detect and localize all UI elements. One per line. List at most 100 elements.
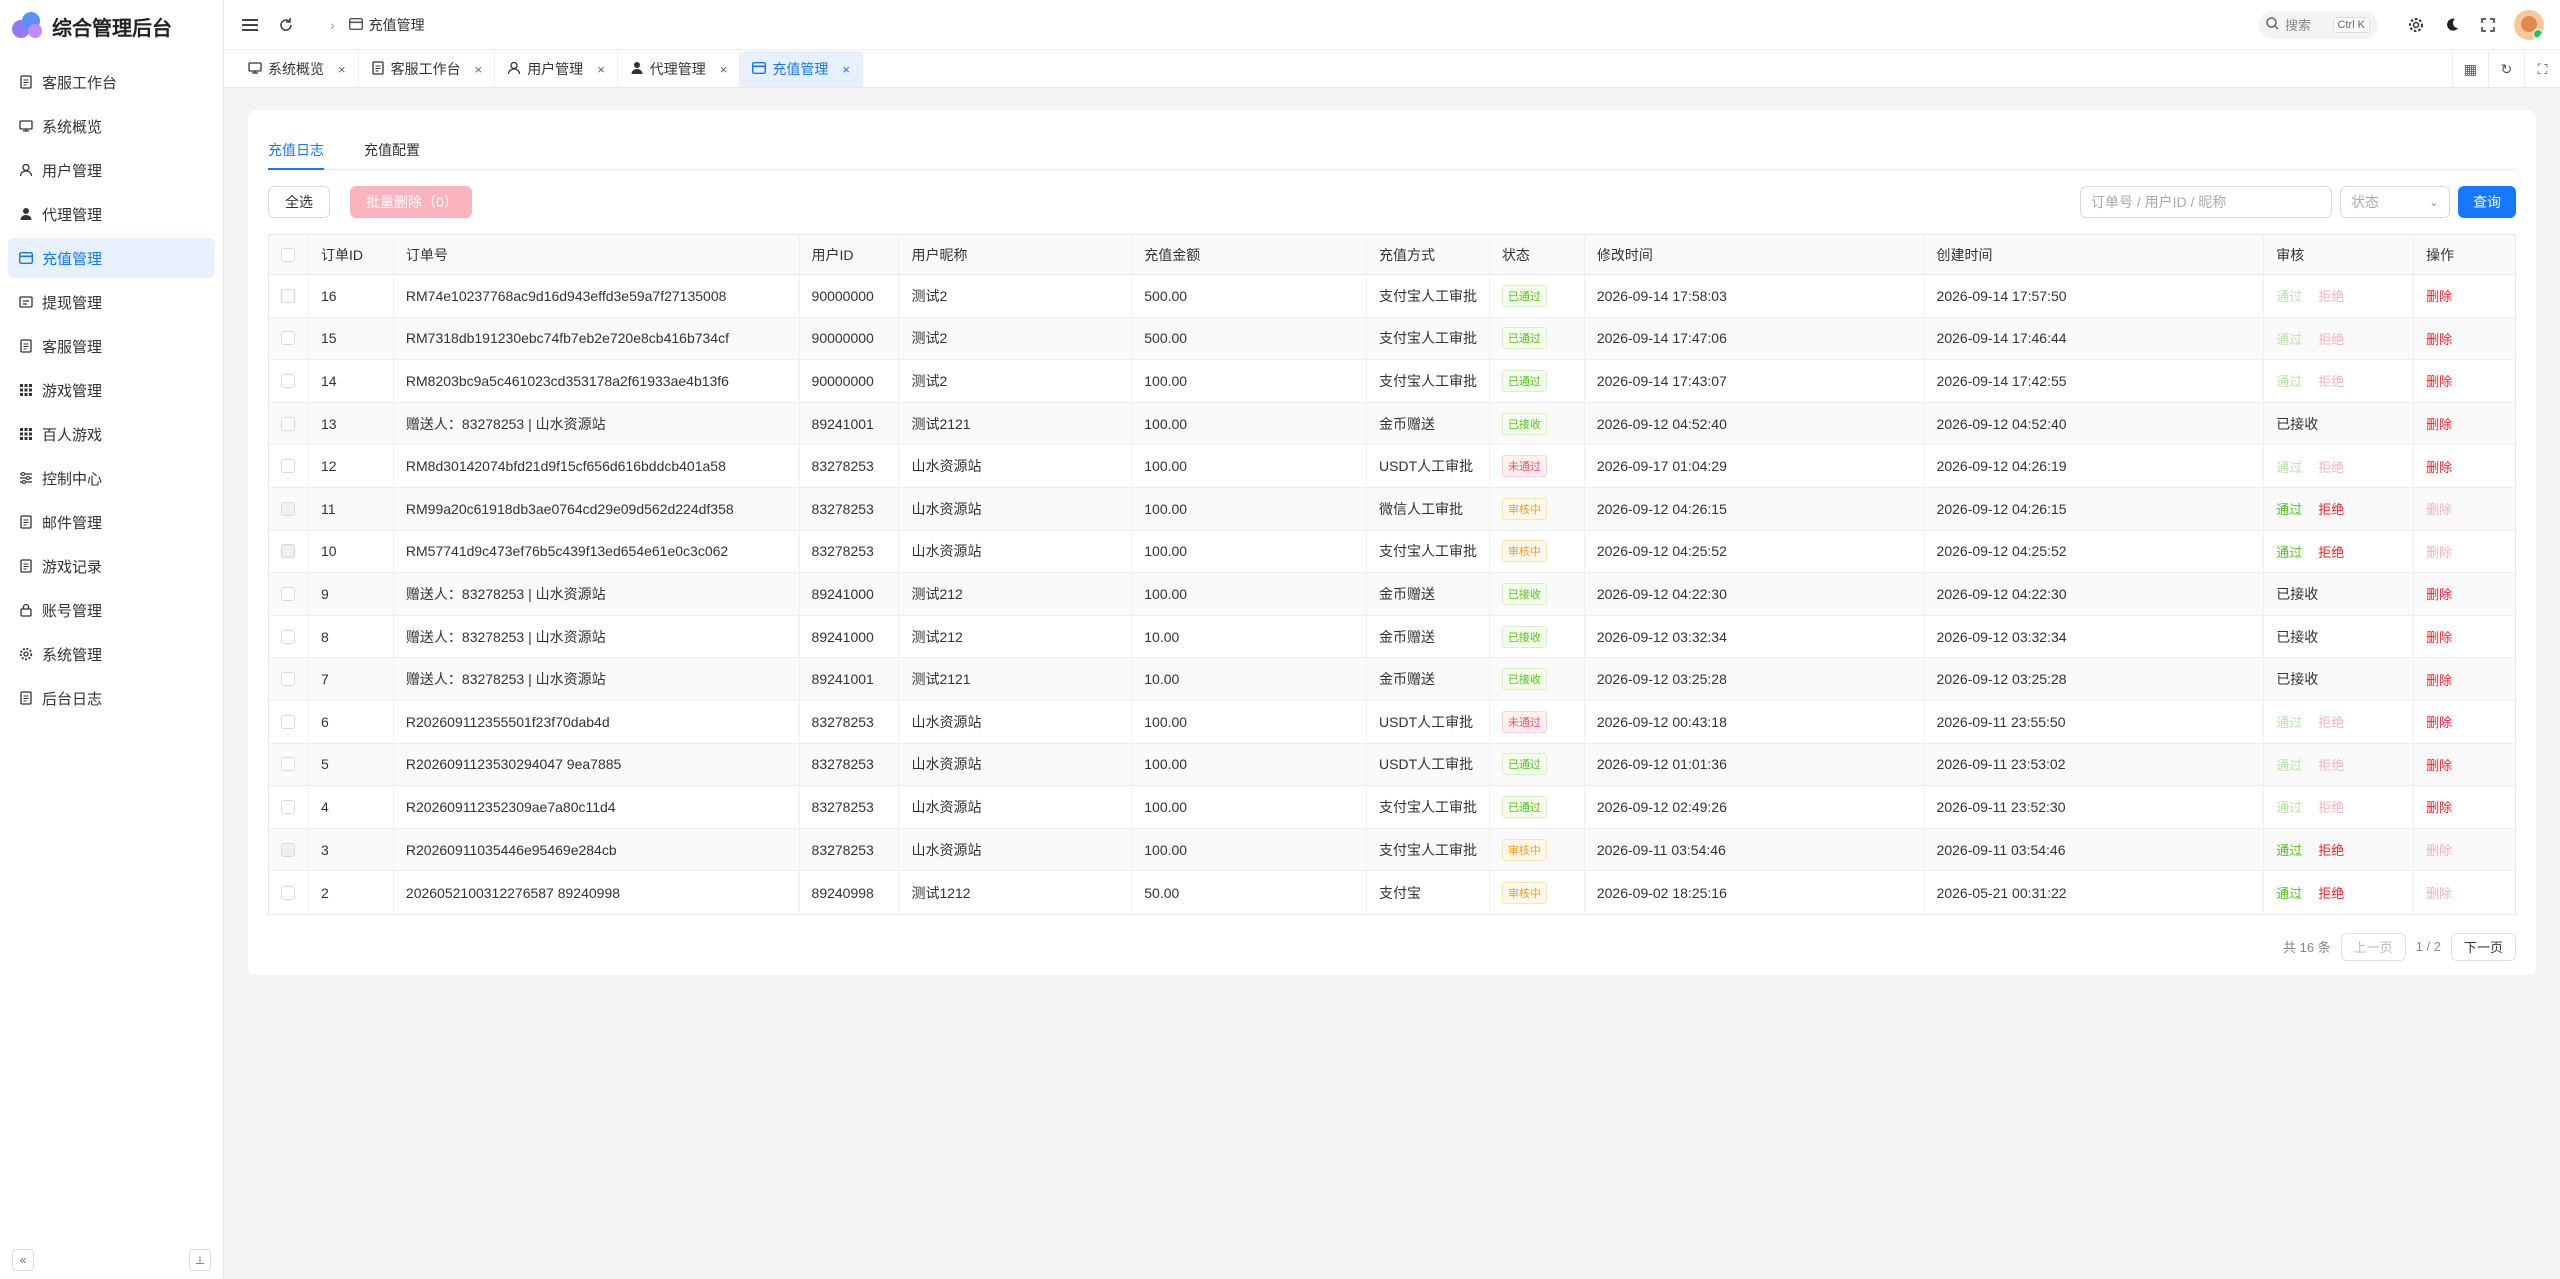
reload-tab-icon[interactable]: ↻ (2488, 51, 2524, 87)
reject-button[interactable]: 拒绝 (2318, 755, 2344, 774)
close-tab-icon[interactable]: × (720, 62, 728, 77)
row-checkbox[interactable] (281, 799, 296, 814)
query-button[interactable]: 查询 (2458, 186, 2516, 218)
order-search-input[interactable]: 订单号 / 用户ID / 昵称 (2080, 186, 2332, 218)
maximize-content-icon[interactable]: ⛶ (2524, 51, 2560, 87)
page-tab-2[interactable]: 用户管理 × (495, 51, 618, 87)
approve-button[interactable]: 通过 (2276, 457, 2302, 476)
row-checkbox[interactable] (281, 757, 296, 772)
subtab-1[interactable]: 充值配置 (364, 138, 420, 170)
reject-button[interactable]: 拒绝 (2318, 712, 2344, 731)
reject-button[interactable]: 拒绝 (2318, 457, 2344, 476)
subtab-0[interactable]: 充值日志 (268, 138, 324, 170)
delete-button[interactable]: 删除 (2426, 499, 2452, 518)
row-checkbox[interactable] (281, 714, 296, 729)
batch-delete-button[interactable]: 批量删除（0） (350, 186, 472, 218)
reject-button[interactable]: 拒绝 (2318, 797, 2344, 816)
approve-button[interactable]: 通过 (2276, 840, 2302, 859)
next-page-button[interactable]: 下一页 (2450, 932, 2516, 961)
reject-button[interactable]: 拒绝 (2318, 840, 2344, 859)
pin-sidebar-button[interactable]: ⊥ (189, 1249, 211, 1271)
delete-button[interactable]: 删除 (2426, 627, 2452, 646)
select-all-button[interactable]: 全选 (268, 186, 330, 218)
global-search-button[interactable]: 搜索 Ctrl K (2258, 10, 2378, 39)
prev-page-button[interactable]: 上一页 (2340, 932, 2406, 961)
approve-button[interactable]: 通过 (2276, 286, 2302, 305)
close-tab-icon[interactable]: × (338, 62, 346, 77)
row-checkbox[interactable] (281, 629, 296, 644)
close-tab-icon[interactable]: × (842, 62, 850, 77)
delete-button[interactable]: 删除 (2426, 797, 2452, 816)
close-tab-icon[interactable]: × (475, 62, 483, 77)
approve-button[interactable]: 通过 (2276, 755, 2302, 774)
collapse-sidebar-button[interactable]: « (12, 1249, 34, 1271)
sidebar-item-13[interactable]: 系统管理 (8, 634, 215, 674)
approve-button[interactable]: 通过 (2276, 371, 2302, 390)
reject-button[interactable]: 拒绝 (2318, 883, 2344, 902)
approve-button[interactable]: 通过 (2276, 329, 2302, 348)
reject-button[interactable]: 拒绝 (2318, 542, 2344, 561)
tabs-grid-icon[interactable]: ▦ (2452, 51, 2488, 87)
status-select[interactable]: 状态 ⌄ (2340, 186, 2450, 218)
fullscreen-icon[interactable] (2478, 15, 2498, 35)
settings-gear-icon[interactable] (2406, 15, 2426, 35)
page-tab-3[interactable]: 代理管理 × (618, 51, 741, 87)
sidebar-item-12[interactable]: 账号管理 (8, 590, 215, 630)
page-tab-1[interactable]: 客服工作台 × (359, 51, 496, 87)
row-checkbox[interactable] (281, 459, 296, 474)
delete-button[interactable]: 删除 (2426, 755, 2452, 774)
delete-button[interactable]: 删除 (2426, 371, 2452, 390)
approve-button[interactable]: 通过 (2276, 712, 2302, 731)
sidebar-item-1[interactable]: 系统概览 (8, 106, 215, 146)
delete-button[interactable]: 删除 (2426, 414, 2452, 433)
approve-button[interactable]: 通过 (2276, 883, 2302, 902)
delete-button[interactable]: 删除 (2426, 286, 2452, 305)
sidebar-item-6[interactable]: 客服管理 (8, 326, 215, 366)
delete-button[interactable]: 删除 (2426, 670, 2452, 689)
dark-mode-moon-icon[interactable] (2442, 15, 2462, 35)
sidebar-item-11[interactable]: 游戏记录 (8, 546, 215, 586)
delete-button[interactable]: 删除 (2426, 712, 2452, 731)
row-checkbox[interactable] (281, 885, 296, 900)
close-tab-icon[interactable]: × (597, 62, 605, 77)
menu-toggle-icon[interactable] (240, 15, 260, 35)
sidebar-item-3[interactable]: 代理管理 (8, 194, 215, 234)
delete-button[interactable]: 删除 (2426, 542, 2452, 561)
reject-button[interactable]: 拒绝 (2318, 371, 2344, 390)
page-tab-4[interactable]: 充值管理 × (740, 51, 863, 87)
reject-button[interactable]: 拒绝 (2318, 286, 2344, 305)
row-checkbox[interactable] (281, 842, 296, 857)
row-checkbox[interactable] (281, 544, 296, 559)
delete-button[interactable]: 删除 (2426, 883, 2452, 902)
breadcrumb-current[interactable]: 充值管理 (369, 15, 425, 35)
select-all-checkbox[interactable] (281, 247, 296, 262)
sidebar-item-5[interactable]: 提现管理 (8, 282, 215, 322)
sidebar-item-4[interactable]: 充值管理 (8, 238, 215, 278)
refresh-icon[interactable] (276, 15, 296, 35)
row-checkbox[interactable] (281, 416, 296, 431)
delete-button[interactable]: 删除 (2426, 584, 2452, 603)
delete-button[interactable]: 删除 (2426, 457, 2452, 476)
sidebar-item-2[interactable]: 用户管理 (8, 150, 215, 190)
sidebar-item-7[interactable]: 游戏管理 (8, 370, 215, 410)
delete-button[interactable]: 删除 (2426, 329, 2452, 348)
row-checkbox[interactable] (281, 331, 296, 346)
row-checkbox[interactable] (281, 586, 296, 601)
approve-button[interactable]: 通过 (2276, 542, 2302, 561)
sidebar-item-0[interactable]: 客服工作台 (8, 62, 215, 102)
page-tab-0[interactable]: 系统概览 × (236, 51, 359, 87)
row-checkbox[interactable] (281, 288, 296, 303)
approve-button[interactable]: 通过 (2276, 797, 2302, 816)
approve-button[interactable]: 通过 (2276, 499, 2302, 518)
reject-button[interactable]: 拒绝 (2318, 499, 2344, 518)
sidebar-item-8[interactable]: 百人游戏 (8, 414, 215, 454)
sidebar-item-14[interactable]: 后台日志 (8, 678, 215, 718)
user-avatar[interactable] (2514, 9, 2544, 40)
sidebar-item-9[interactable]: 控制中心 (8, 458, 215, 498)
sidebar-item-10[interactable]: 邮件管理 (8, 502, 215, 542)
reject-button[interactable]: 拒绝 (2318, 329, 2344, 348)
row-checkbox[interactable] (281, 501, 296, 516)
row-checkbox[interactable] (281, 373, 296, 388)
row-checkbox[interactable] (281, 672, 296, 687)
delete-button[interactable]: 删除 (2426, 840, 2452, 859)
